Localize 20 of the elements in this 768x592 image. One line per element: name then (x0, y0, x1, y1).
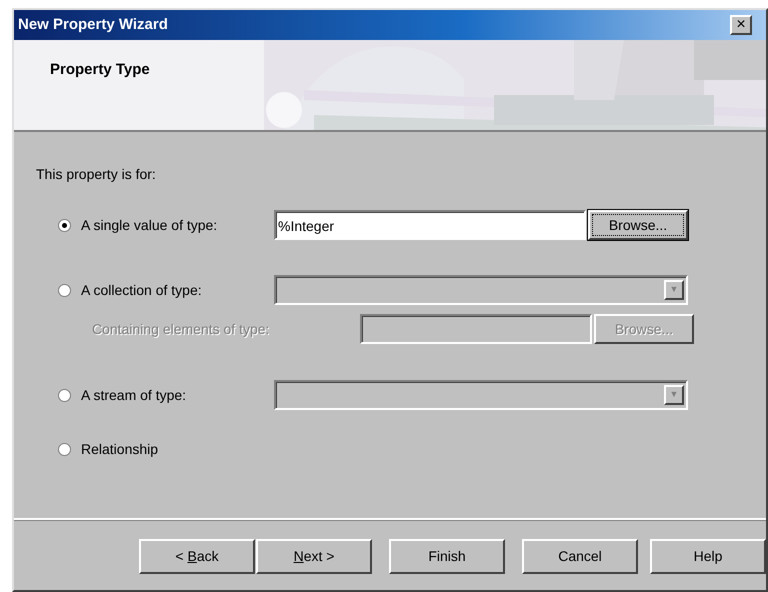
section-label: This property is for: (36, 165, 156, 182)
option-label: A stream of type: (81, 386, 188, 405)
wizard-button[interactable]: Cancel (522, 539, 638, 574)
radio-button[interactable] (58, 442, 71, 456)
browse-button[interactable]: Browse... (588, 210, 688, 240)
wizard-button[interactable]: Next > (256, 539, 372, 574)
option-label: Relationship (81, 440, 160, 459)
radio-button[interactable] (58, 284, 71, 296)
close-button[interactable]: × (730, 15, 752, 35)
radio-button[interactable] (58, 388, 71, 402)
window-title: New Property Wizard (18, 14, 168, 35)
radio-button[interactable] (58, 218, 71, 232)
wizard-button[interactable]: Finish (389, 539, 505, 574)
page-title: Property Type (50, 60, 150, 80)
text-field[interactable]: %Integer (274, 210, 586, 240)
option-label: A collection of type: (81, 280, 203, 300)
wizard-button[interactable]: < Back (139, 539, 255, 574)
field-label: Containing elements of type: (92, 320, 270, 339)
wizard-button[interactable]: Help (650, 539, 766, 574)
option-label: A single value of type: (81, 216, 218, 235)
